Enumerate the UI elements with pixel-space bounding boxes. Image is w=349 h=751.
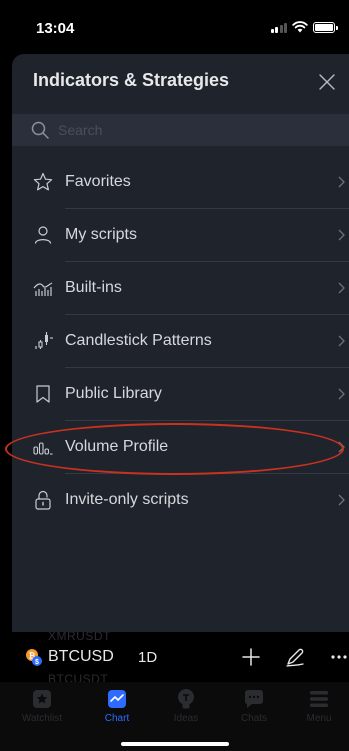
tab-label: Chats (240, 713, 268, 724)
plus-icon (242, 648, 260, 666)
bottom-tab-bar: Watchlist Chart Ideas Chats Menu (0, 682, 349, 751)
user-icon (34, 226, 52, 244)
menu-item-label: Candlestick Patterns (65, 332, 212, 349)
chats-icon (244, 690, 263, 708)
bitcoin-logo-icon: ₿ $ (26, 649, 42, 666)
ghost-symbol-above: XMRUSDT (48, 632, 111, 643)
tab-menu[interactable]: Menu (289, 688, 349, 732)
menu-item-label: Built-ins (65, 279, 122, 296)
ticker-bar: XMRUSDT BTCUSDT ₿ $ BTCUSD 1D (0, 632, 349, 682)
built-ins-icon (33, 282, 53, 296)
menu-item-public-library[interactable]: Public Library (12, 368, 349, 421)
menu-item-favorites[interactable]: Favorites (12, 156, 349, 209)
interval-label[interactable]: 1D (138, 649, 157, 666)
tab-watchlist[interactable]: Watchlist (12, 688, 72, 732)
chevron-right-icon (338, 441, 345, 453)
close-icon (319, 74, 335, 90)
chevron-right-icon (338, 282, 345, 294)
panel-title: Indicators & Strategies (33, 70, 230, 90)
menu-item-label: Volume Profile (65, 438, 169, 455)
chevron-right-icon (338, 494, 345, 506)
menu-item-label: Favorites (65, 173, 131, 190)
pen-icon (286, 648, 304, 667)
status-time: 13:04 (36, 20, 75, 37)
svg-text:$: $ (35, 659, 39, 666)
bookmark-icon (36, 385, 50, 403)
tab-ideas[interactable]: Ideas (156, 688, 216, 732)
home-indicator (121, 742, 229, 746)
indicators-panel: Indicators & Strategies Favorites My scr… (12, 54, 349, 632)
battery-icon (313, 21, 338, 33)
chevron-right-icon (338, 335, 345, 347)
tab-label: Chart (104, 713, 130, 724)
tab-chart[interactable]: Chart (87, 688, 147, 732)
volume-profile-icon (33, 442, 53, 455)
menu-item-label: My scripts (65, 226, 137, 243)
tab-chats[interactable]: Chats (224, 688, 284, 732)
menu-item-volume-profile[interactable]: Volume Profile (12, 421, 349, 474)
menu-item-built-ins[interactable]: Built-ins (12, 262, 349, 315)
menu-item-label: Invite-only scripts (65, 491, 189, 508)
tab-label: Menu (306, 713, 332, 724)
watchlist-icon (33, 690, 51, 708)
tab-label: Ideas (173, 713, 199, 724)
menu-item-my-scripts[interactable]: My scripts (12, 209, 349, 262)
lock-icon (35, 490, 51, 510)
wifi-icon (292, 21, 308, 33)
close-button[interactable] (315, 70, 339, 94)
more-icon (331, 655, 347, 659)
star-icon (33, 172, 53, 191)
status-icons (270, 21, 338, 33)
status-bar: 13:04 (0, 0, 349, 54)
chevron-right-icon (338, 388, 345, 400)
menu-item-invite-only-scripts[interactable]: Invite-only scripts (12, 474, 349, 527)
menu-item-label: Public Library (65, 385, 162, 402)
chevron-right-icon (338, 176, 345, 188)
chevron-right-icon (338, 229, 345, 241)
tab-label: Watchlist (21, 713, 63, 724)
drawing-tool-button[interactable] (283, 645, 307, 669)
ideas-icon (178, 689, 194, 709)
search-bar[interactable] (12, 114, 349, 146)
symbol-label[interactable]: BTCUSD (48, 648, 114, 666)
cellular-signal-icon (270, 22, 287, 33)
chart-icon (108, 690, 126, 708)
search-input[interactable] (58, 119, 298, 141)
more-options-button[interactable] (327, 645, 349, 669)
candlestick-icon (35, 332, 53, 349)
search-icon (31, 121, 49, 139)
add-indicator-button[interactable] (239, 645, 263, 669)
menu-item-candlestick-patterns[interactable]: Candlestick Patterns (12, 315, 349, 368)
ghost-symbol-below: BTCUSDT (48, 672, 109, 682)
menu-icon (310, 691, 328, 707)
